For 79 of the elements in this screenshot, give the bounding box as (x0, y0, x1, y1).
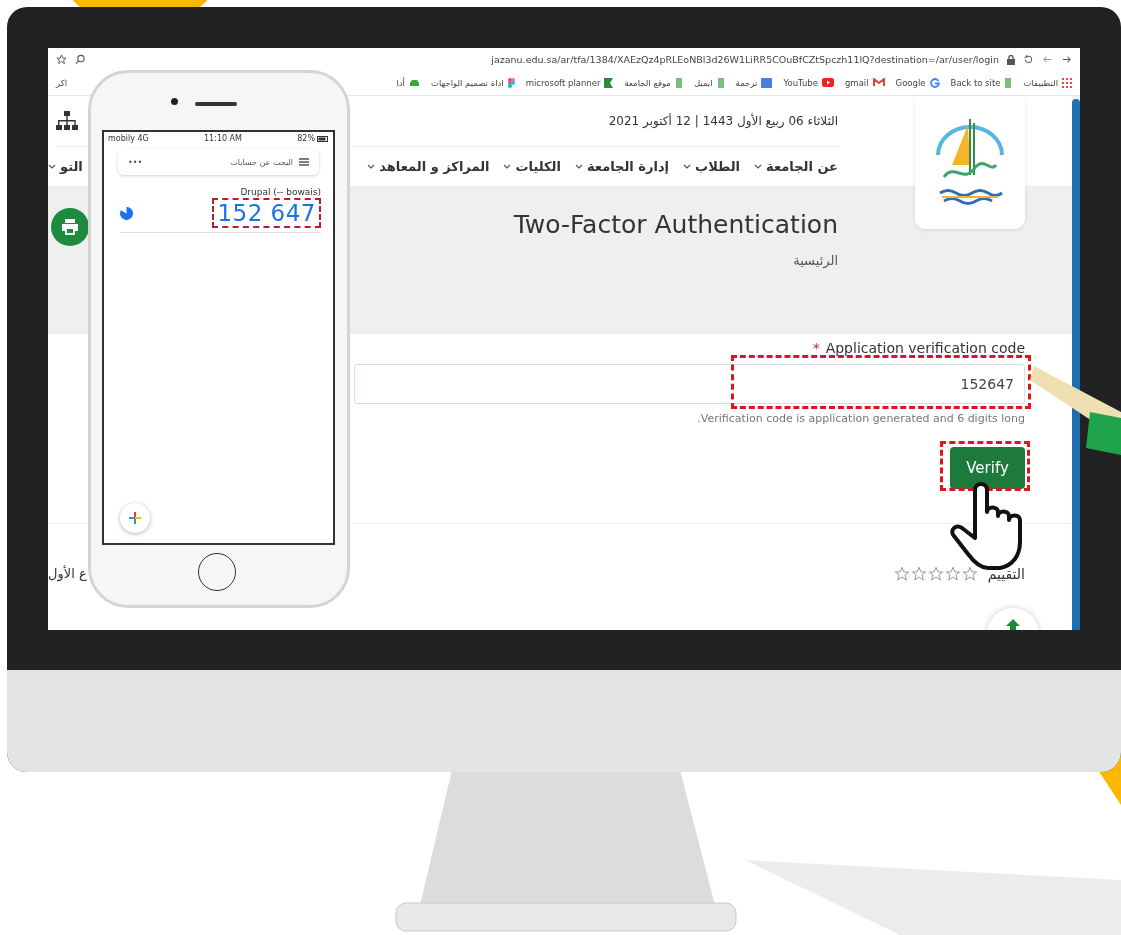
address-bar-url[interactable]: jazanu.edu.sa/ar/tfa/1384/XAEzQz4pRLEoNBl3d26W1LiRR5COuBfCZtSpczh11lQ?destination=/ar/user/login (491, 54, 999, 65)
chevron-down-icon (754, 163, 763, 170)
bookmark-link[interactable]: أدا (396, 77, 405, 88)
field-label: Application verification code (825, 340, 1025, 356)
print-button[interactable] (51, 208, 89, 246)
sitemap-icon[interactable] (56, 111, 78, 131)
google-g-icon (929, 77, 940, 88)
star-icon[interactable] (927, 566, 944, 582)
bookmark-link[interactable]: YouTube (783, 77, 818, 88)
page-title: Two-Factor Authentication (513, 210, 838, 239)
account-name: Drupal (-- bowais) (240, 187, 321, 197)
star-icon[interactable] (944, 566, 961, 582)
verification-code-field[interactable]: 152647 (354, 364, 1025, 404)
bookmark-link[interactable]: التطبيقات (1023, 77, 1058, 88)
lock-icon (1007, 54, 1015, 65)
page-icon (716, 77, 725, 88)
nav-menu-item[interactable]: الكليات (515, 159, 561, 174)
bookmark-link[interactable]: موقع الجامعة (624, 77, 671, 88)
breadcrumb-link[interactable]: الرئيسية (793, 253, 838, 268)
rating-label: التقييم (987, 566, 1025, 582)
one-time-code: 152 647 (212, 198, 321, 228)
chevron-down-icon (367, 163, 376, 170)
bookmark-link[interactable]: microsoft planner (525, 77, 601, 88)
bookmark-link[interactable]: Back to site (950, 77, 1001, 88)
verify-button[interactable]: Verify (950, 447, 1025, 489)
nav-menu-item[interactable]: إدارة الجامعة (586, 159, 670, 174)
chevron-down-icon (503, 163, 512, 170)
video-play-icon (821, 78, 834, 87)
bookmark-star-icon[interactable] (56, 54, 67, 65)
scrollbar[interactable] (1072, 99, 1080, 630)
page-icon (674, 77, 683, 88)
star-rating[interactable] (893, 566, 978, 582)
account-search-bar[interactable]: ••• البحث عن حسابات (118, 149, 319, 175)
plus-icon (129, 512, 141, 524)
chevron-down-icon (574, 163, 583, 170)
camera-dot (171, 98, 178, 105)
hand-cursor-icon (950, 482, 1022, 570)
back-arrow-icon[interactable] (1042, 54, 1053, 65)
date-text: الثلاثاء 06 ربيع الأول 1443 | 12 أكتوبر 2021 (608, 114, 838, 128)
bookmark-link[interactable]: Google (895, 77, 926, 88)
bookmark-link[interactable]: اداة تصميم الواجهات (430, 77, 504, 88)
star-icon[interactable] (961, 566, 978, 582)
printer-icon (61, 219, 79, 235)
translate-icon (761, 77, 773, 88)
battery-percent: 82% (297, 134, 315, 143)
nav-menu-item[interactable]: التو (60, 159, 83, 174)
search-placeholder: البحث عن حسابات (230, 157, 293, 167)
flag-icon (604, 77, 614, 88)
star-icon[interactable] (910, 566, 927, 582)
menu-icon[interactable] (299, 158, 309, 166)
bookmark-link[interactable]: gmail (844, 77, 869, 88)
nav-menu-item[interactable]: الطلاب (695, 159, 741, 174)
more-dots[interactable]: ••• (128, 157, 143, 167)
apps-grid-icon (1062, 77, 1072, 88)
figma-icon (507, 77, 515, 88)
required-asterisk: * (812, 340, 820, 356)
countdown-pie-icon (120, 206, 133, 220)
content-text: ع الأول (48, 566, 87, 581)
add-button[interactable] (120, 503, 150, 533)
battery-icon (317, 135, 329, 142)
nav-menu-item[interactable]: عن الجامعة (766, 159, 838, 174)
chevron-down-icon (683, 163, 692, 170)
up-arrow-icon (1005, 618, 1021, 630)
carrier-text: mobily 4G (108, 134, 149, 143)
speaker-slot (195, 102, 237, 106)
bookmark-link[interactable]: اكر (56, 77, 68, 88)
search-icon[interactable] (75, 54, 86, 65)
mail-icon (872, 78, 885, 87)
star-icon[interactable] (893, 566, 910, 582)
bookmark-link[interactable]: ايميل (693, 77, 713, 88)
car-icon (408, 78, 420, 87)
chevron-down-icon (48, 163, 56, 170)
page-icon (1004, 77, 1013, 88)
clock-text: 11:10 AM (204, 134, 242, 143)
reload-icon[interactable] (1023, 54, 1034, 65)
field-hint: .Verification code is application generated and 6 digits long (697, 412, 1025, 425)
nav-menu-item[interactable]: المراكز و المعاهد (379, 159, 490, 174)
bookmark-link[interactable]: ترجمة (735, 77, 758, 88)
forward-arrow-icon[interactable] (1061, 54, 1072, 65)
